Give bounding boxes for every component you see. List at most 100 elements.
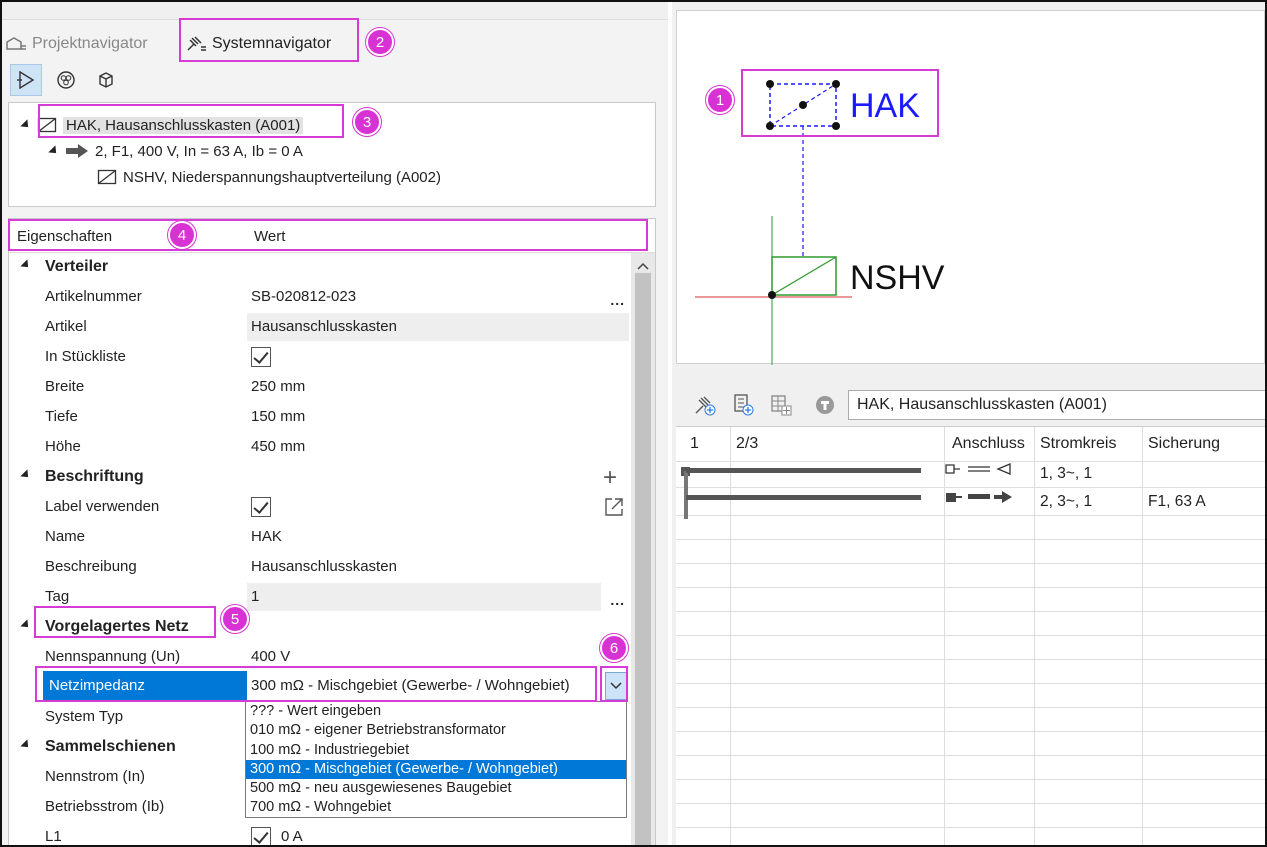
prop-netzimpedanz[interactable]: Netzimpedanz 300 mΩ - Mischgebiet (Gewer… bbox=[9, 669, 655, 703]
prop-artikelnummer[interactable]: Artikelnummer SB-020812-023 ... bbox=[9, 282, 629, 312]
category-beschriftung[interactable]: Beschriftung + bbox=[9, 462, 631, 492]
l1-checkbox[interactable] bbox=[251, 827, 271, 846]
tree-node-nshv[interactable]: NSHV, Niederspannungshauptverteilung (A0… bbox=[97, 165, 441, 189]
distributor-icon bbox=[97, 169, 117, 185]
properties-header: Eigenschaften Wert bbox=[9, 219, 655, 253]
expand-icon[interactable] bbox=[48, 145, 60, 157]
external-link-icon[interactable] bbox=[603, 496, 625, 522]
tab-projektnavigator[interactable]: Projektnavigator bbox=[4, 30, 148, 58]
prop-tag[interactable]: Tag 1 ... bbox=[9, 582, 629, 612]
nshv-symbol bbox=[768, 256, 837, 299]
collapse-icon[interactable] bbox=[20, 259, 32, 271]
category-verteiler[interactable]: Verteiler bbox=[9, 252, 629, 282]
prop-label: Breite bbox=[45, 378, 85, 395]
prop-value: 150 mm bbox=[251, 408, 306, 425]
label-verwenden-checkbox[interactable] bbox=[251, 497, 271, 517]
collapse-icon[interactable] bbox=[20, 739, 32, 751]
stueckliste-checkbox[interactable] bbox=[251, 347, 271, 367]
dropdown-option[interactable]: 010 mΩ - eigener Betriebstransformator bbox=[246, 721, 626, 740]
category-vorgelagertes-netz[interactable]: Vorgelagertes Netz bbox=[9, 612, 629, 642]
system-tree: HAK, Hausanschlusskasten (A001) 2, F1, 4… bbox=[8, 102, 656, 207]
badge-5: 5 bbox=[221, 605, 249, 633]
circles-icon bbox=[57, 71, 75, 89]
expand-icon[interactable] bbox=[20, 119, 32, 131]
tab-systemnavigator[interactable]: Systemnavigator bbox=[184, 30, 331, 58]
3d-view-button[interactable] bbox=[90, 64, 122, 96]
selected-element-field[interactable]: HAK, Hausanschlusskasten (A001) bbox=[848, 390, 1267, 420]
play-view-button[interactable] bbox=[10, 64, 42, 96]
row2-stromkreis[interactable]: 2, 3~, 1 bbox=[1040, 493, 1092, 511]
add-connection-button[interactable] bbox=[692, 392, 718, 418]
prop-beschreibung[interactable]: Beschreibung Hausanschlusskasten bbox=[9, 552, 629, 582]
prop-tiefe[interactable]: Tiefe 150 mm bbox=[9, 402, 629, 432]
plug-add-icon bbox=[695, 396, 716, 416]
prop-artikel[interactable]: Artikel Hausanschlusskasten bbox=[9, 312, 629, 342]
prop-value: Hausanschlusskasten bbox=[251, 558, 397, 575]
prop-value: Hausanschlusskasten bbox=[251, 318, 397, 335]
row2-sicherung[interactable]: F1, 63 A bbox=[1148, 493, 1206, 511]
nshv-label: NSHV bbox=[850, 259, 945, 297]
prop-label: Name bbox=[45, 528, 86, 545]
netzimpedanz-dropdown-button[interactable] bbox=[605, 672, 627, 700]
dropdown-option[interactable]: 100 mΩ - Industriegebiet bbox=[246, 741, 626, 760]
prop-label: Label verwenden bbox=[45, 498, 160, 515]
project-icon bbox=[4, 34, 28, 54]
header-eigenschaften: Eigenschaften bbox=[17, 228, 113, 245]
scrollbar-thumb[interactable] bbox=[635, 273, 651, 846]
shield-button[interactable] bbox=[812, 392, 838, 418]
netzimpedanz-select[interactable]: 300 mΩ - Mischgebiet (Gewerbe- / Wohngeb… bbox=[247, 671, 601, 701]
dropdown-option-selected[interactable]: 300 mΩ - Mischgebiet (Gewerbe- / Wohngeb… bbox=[246, 759, 626, 780]
category-netz-label: Vorgelagertes Netz bbox=[45, 618, 189, 635]
prop-hoehe[interactable]: Höhe 450 mm bbox=[9, 432, 629, 462]
badge-4: 4 bbox=[168, 221, 196, 249]
dropdown-option[interactable]: 700 mΩ - Wohngebiet bbox=[246, 798, 626, 817]
prop-nennspannung[interactable]: Nennspannung (Un) 400 V bbox=[9, 642, 629, 672]
col-header-anschluss[interactable]: Anschluss bbox=[952, 435, 1025, 453]
tab-projektnavigator-label: Projektnavigator bbox=[32, 35, 148, 52]
prop-label: Tiefe bbox=[45, 408, 78, 425]
prop-value: HAK bbox=[251, 528, 282, 545]
tree-node-hak[interactable]: HAK, Hausanschlusskasten (A001) bbox=[20, 113, 304, 137]
navigator-toolbar bbox=[10, 64, 122, 98]
add-table-button[interactable] bbox=[768, 392, 794, 418]
dropdown-option[interactable]: 500 mΩ - neu ausgewiesenes Baugebiet bbox=[246, 779, 626, 798]
diagram-canvas[interactable]: HAK NSHV bbox=[676, 10, 1265, 365]
prop-value: 250 mm bbox=[251, 378, 306, 395]
prop-label-verwenden[interactable]: Label verwenden bbox=[9, 492, 631, 522]
tree-node-circuit[interactable]: 2, F1, 400 V, In = 63 A, Ib = 0 A bbox=[48, 139, 303, 163]
col-header-stromkreis[interactable]: Stromkreis bbox=[1040, 435, 1116, 453]
tree-node-circuit-label: 2, F1, 400 V, In = 63 A, Ib = 0 A bbox=[95, 142, 303, 160]
badge-3: 3 bbox=[353, 108, 381, 136]
add-icon[interactable]: + bbox=[603, 464, 617, 492]
prop-label: Tag bbox=[45, 588, 70, 605]
right-panel: HAK NSHV HAK, Hausanschlusskasten (A001)… bbox=[672, 2, 1267, 846]
col-header-sicherung[interactable]: Sicherung bbox=[1148, 435, 1220, 453]
properties-scrollbar[interactable] bbox=[631, 253, 655, 846]
tab-systemnavigator-label: Systemnavigator bbox=[212, 35, 332, 52]
badge-2: 2 bbox=[366, 28, 394, 56]
prop-label: Artikelnummer bbox=[45, 288, 142, 305]
netzimpedanz-options: ??? - Wert eingeben 010 mΩ - eigener Bet… bbox=[245, 701, 627, 818]
circuit-view-button[interactable] bbox=[50, 64, 82, 96]
prop-label: Beschreibung bbox=[45, 558, 137, 575]
prop-name[interactable]: Name HAK bbox=[9, 522, 629, 552]
dropdown-option[interactable]: ??? - Wert eingeben bbox=[246, 702, 626, 721]
more-icon[interactable]: ... bbox=[610, 292, 625, 308]
fuse-add-icon bbox=[734, 394, 754, 416]
chevron-up-icon[interactable] bbox=[637, 257, 649, 270]
prop-l1[interactable]: L1 0 A bbox=[9, 822, 629, 846]
add-fuse-button[interactable] bbox=[730, 392, 756, 418]
col-header-1[interactable]: 1 bbox=[690, 435, 699, 453]
prop-value: 400 V bbox=[251, 648, 291, 665]
tree-node-hak-label: HAK, Hausanschlusskasten (A001) bbox=[63, 116, 304, 134]
play-icon bbox=[17, 70, 35, 90]
more-icon[interactable]: ... bbox=[610, 592, 625, 608]
collapse-icon[interactable] bbox=[20, 619, 32, 631]
prop-in-stueckliste[interactable]: In Stückliste bbox=[9, 342, 629, 372]
prop-breite[interactable]: Breite 250 mm bbox=[9, 372, 629, 402]
row1-stromkreis[interactable]: 1, 3~, 1 bbox=[1040, 465, 1092, 483]
col-header-2-3[interactable]: 2/3 bbox=[736, 435, 758, 453]
shield-icon bbox=[816, 396, 834, 414]
collapse-icon[interactable] bbox=[20, 469, 32, 481]
prop-label: System Typ bbox=[45, 708, 124, 725]
